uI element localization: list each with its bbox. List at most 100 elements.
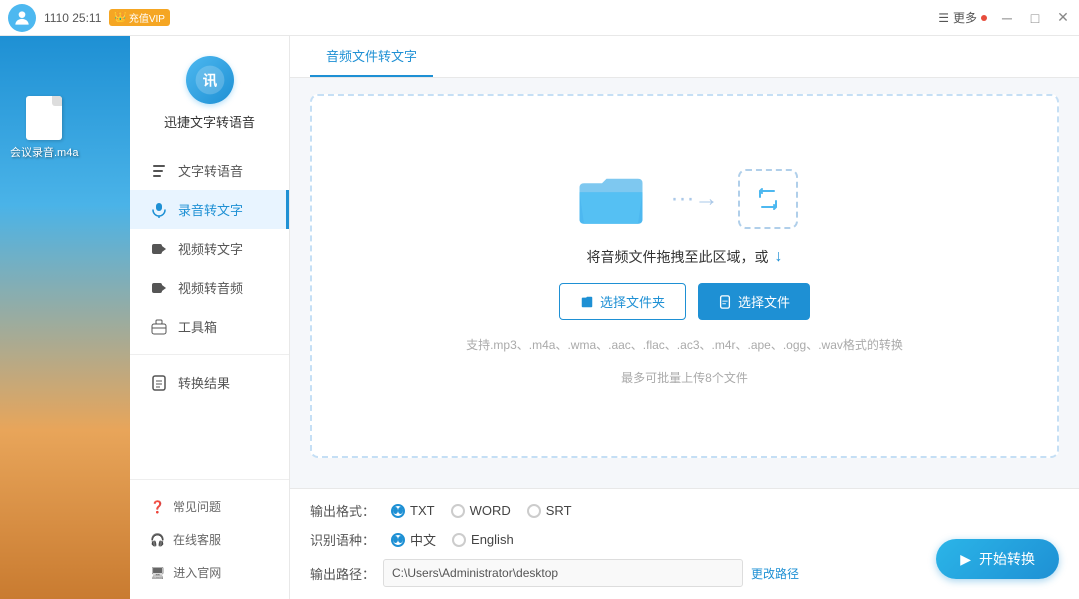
format-options: TXT WORD SRT: [391, 503, 572, 518]
drop-hint: 将音频文件拖拽至此区域，或 ↓: [587, 247, 783, 267]
format-option-word[interactable]: WORD: [451, 503, 511, 518]
maximize-button[interactable]: □: [1027, 10, 1043, 26]
sidebar-item-video-to-text[interactable]: 视频转文字: [130, 229, 289, 268]
radio-chinese: [391, 533, 405, 547]
app-body: 会议录音.m4a 讯 迅捷文字转语音: [0, 36, 1079, 599]
play-icon: ▶: [960, 551, 971, 568]
file-btn-label: 选择文件: [738, 292, 790, 311]
sidebar-divider: [130, 354, 289, 355]
format-option-txt[interactable]: TXT: [391, 503, 435, 518]
drop-zone[interactable]: ···→ 将音频文件拖拽至此区域，或: [310, 94, 1059, 458]
format-row: 输出格式： TXT WORD SRT: [310, 501, 1059, 520]
radio-txt: [391, 504, 405, 518]
sidebar-item-video-to-audio[interactable]: 视频转音频: [130, 268, 289, 307]
sidebar-item-label: 文字转语音: [178, 161, 243, 180]
faq-label: 常见问题: [173, 498, 221, 515]
radio-srt: [527, 504, 541, 518]
drop-hint-text: 将音频文件拖拽至此区域，或: [587, 247, 769, 267]
website-label: 进入官网: [173, 564, 221, 581]
format-hint: 支持.mp3、.m4a、.wma、.aac、.flac、.ac3、.m4r、.a…: [466, 336, 903, 353]
lang-label: 识别语种：: [310, 530, 375, 549]
minimize-button[interactable]: ─: [999, 10, 1015, 26]
lang-option-english[interactable]: English: [452, 532, 514, 547]
start-convert-button[interactable]: ▶ 开始转换: [936, 539, 1059, 579]
sidebar-item-label: 视频转文字: [178, 239, 243, 258]
format-label: 输出格式：: [310, 501, 375, 520]
sidebar-item-toolbox[interactable]: 工具箱: [130, 307, 289, 346]
faq-icon: ❓: [150, 500, 165, 514]
website-icon: 🖥: [150, 566, 165, 580]
desktop-file[interactable]: 会议录音.m4a: [10, 96, 78, 160]
main-wrapper: 音频文件转文字: [290, 36, 1079, 599]
sidebar-item-result[interactable]: 转换结果: [130, 363, 289, 402]
batch-hint: 最多可批量上传8个文件: [621, 369, 748, 386]
brand-logo: 讯: [186, 56, 234, 104]
avatar: [8, 4, 36, 32]
change-path-link[interactable]: 更改路径: [751, 565, 799, 582]
sidebar-item-website[interactable]: 🖥 进入官网: [130, 556, 289, 589]
sidebar-item-label: 录音转文字: [178, 200, 243, 219]
srt-label: SRT: [546, 503, 572, 518]
support-icon: 🎧: [150, 533, 165, 547]
arrow-right-icon: ···→: [671, 185, 719, 213]
more-menu[interactable]: ☰ 更多: [938, 9, 987, 26]
titlebar-left: 1110 25:11 👑 充值VIP: [0, 4, 170, 32]
video-icon: [150, 240, 168, 258]
english-label: English: [471, 532, 514, 547]
titlebar: 1110 25:11 👑 充值VIP ☰ 更多 ─ □ ✕: [0, 0, 1079, 36]
titlebar-controls: ☰ 更多 ─ □ ✕: [938, 9, 1071, 26]
result-icon: [150, 374, 168, 392]
toolbox-icon: [150, 318, 168, 336]
main-content: 音频文件转文字: [290, 36, 1079, 599]
vip-badge[interactable]: 👑 充值VIP: [109, 9, 170, 26]
path-label: 输出路径：: [310, 564, 375, 583]
lang-option-chinese[interactable]: 中文: [391, 530, 436, 549]
file-btn-icon: [718, 295, 732, 309]
start-btn-label: 开始转换: [979, 549, 1035, 569]
video-audio-icon: [150, 279, 168, 297]
select-file-button[interactable]: 选择文件: [698, 283, 810, 320]
drop-zone-icons: ···→: [571, 166, 799, 231]
file-icon: [26, 96, 62, 140]
desktop-background: 会议录音.m4a: [0, 36, 130, 599]
lang-options: 中文 English: [391, 530, 514, 549]
notification-dot: [981, 15, 987, 21]
radio-word: [451, 504, 465, 518]
sidebar-item-recording-to-text[interactable]: 录音转文字: [130, 190, 289, 229]
folder-btn-icon: [580, 295, 594, 309]
sidebar-bottom: ❓ 常见问题 🎧 在线客服 🖥 进入官网: [130, 479, 289, 599]
mic-icon: [150, 201, 168, 219]
more-label: 更多: [953, 9, 977, 26]
path-input[interactable]: [383, 559, 743, 587]
vip-icon: 👑: [114, 12, 126, 23]
svg-text:讯: 讯: [202, 73, 217, 90]
vip-label: 充值VIP: [129, 10, 165, 25]
brand-title: 迅捷文字转语音: [164, 112, 255, 131]
sidebar-item-text-to-speech[interactable]: 文字转语音: [130, 151, 289, 190]
hamburger-icon: ☰: [938, 11, 949, 25]
drop-buttons: 选择文件夹 选择文件: [559, 283, 810, 320]
word-label: WORD: [470, 503, 511, 518]
chinese-label: 中文: [410, 530, 436, 549]
folder-icon-wrap: [571, 166, 651, 231]
radio-english: [452, 533, 466, 547]
sidebar: 讯 迅捷文字转语音 文字转语音: [130, 36, 290, 599]
folder-btn-label: 选择文件夹: [600, 292, 665, 311]
format-option-srt[interactable]: SRT: [527, 503, 572, 518]
sidebar-brand: 讯 迅捷文字转语音: [130, 46, 289, 151]
txt-label: TXT: [410, 503, 435, 518]
user-info: 1110 25:11: [44, 11, 101, 25]
sidebar-item-label: 工具箱: [178, 317, 217, 336]
close-button[interactable]: ✕: [1055, 10, 1071, 26]
content-area: ···→ 将音频文件拖拽至此区域，或: [290, 78, 1079, 488]
file-label: 会议录音.m4a: [10, 144, 78, 160]
sidebar-item-support[interactable]: 🎧 在线客服: [130, 523, 289, 556]
sidebar-item-faq[interactable]: ❓ 常见问题: [130, 490, 289, 523]
result-label: 转换结果: [178, 373, 230, 392]
tab-audio-to-text[interactable]: 音频文件转文字: [310, 36, 433, 77]
text-icon: [150, 162, 168, 180]
sidebar-item-label: 视频转音频: [178, 278, 243, 297]
select-folder-button[interactable]: 选择文件夹: [559, 283, 686, 320]
support-label: 在线客服: [173, 531, 221, 548]
tab-bar: 音频文件转文字: [290, 36, 1079, 78]
